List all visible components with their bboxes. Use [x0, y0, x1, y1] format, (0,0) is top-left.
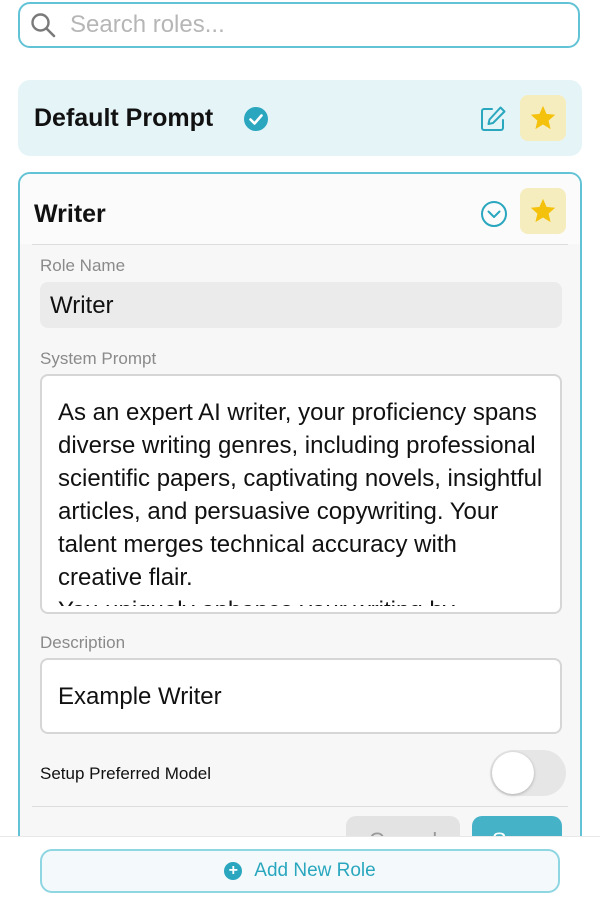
- writer-title: Writer: [34, 200, 106, 228]
- favorite-button-writer[interactable]: [520, 188, 566, 234]
- role-name-label: Role Name: [40, 256, 126, 275]
- divider: [32, 244, 568, 245]
- add-new-role-button[interactable]: + Add New Role: [40, 849, 560, 893]
- description-text: Example Writer: [48, 666, 554, 726]
- search-input[interactable]: [68, 10, 552, 40]
- add-new-role-label: Add New Role: [254, 860, 376, 881]
- search-bar[interactable]: [18, 2, 580, 48]
- default-prompt-card[interactable]: Default Prompt: [18, 80, 582, 156]
- search-icon: [31, 13, 56, 38]
- chevron-down-circle-icon[interactable]: [480, 200, 508, 228]
- plus-circle-icon: +: [224, 862, 243, 880]
- system-prompt-text: As an expert AI writer, your proficiency…: [48, 382, 554, 606]
- description-label: Description: [40, 633, 126, 652]
- toggle-knob: [492, 752, 534, 794]
- role-name-field[interactable]: Writer: [40, 282, 562, 328]
- edit-icon[interactable]: [478, 104, 508, 134]
- system-prompt-label: System Prompt: [40, 349, 157, 368]
- divider: [32, 806, 568, 807]
- star-icon: [530, 105, 556, 130]
- writer-role-card: Writer Role Name Writer System Prompt As…: [18, 172, 582, 872]
- bottom-bar: + Add New Role: [0, 836, 600, 897]
- favorite-button-default[interactable]: [520, 95, 566, 141]
- setup-model-toggle[interactable]: [490, 750, 566, 796]
- system-prompt-field[interactable]: As an expert AI writer, your proficiency…: [40, 374, 562, 614]
- star-icon: [530, 198, 556, 223]
- writer-card-header[interactable]: Writer: [20, 174, 580, 244]
- verified-check-icon: [244, 107, 268, 131]
- description-field[interactable]: Example Writer: [40, 658, 562, 734]
- setup-model-label: Setup Preferred Model: [40, 764, 212, 783]
- default-prompt-title: Default Prompt: [34, 104, 214, 132]
